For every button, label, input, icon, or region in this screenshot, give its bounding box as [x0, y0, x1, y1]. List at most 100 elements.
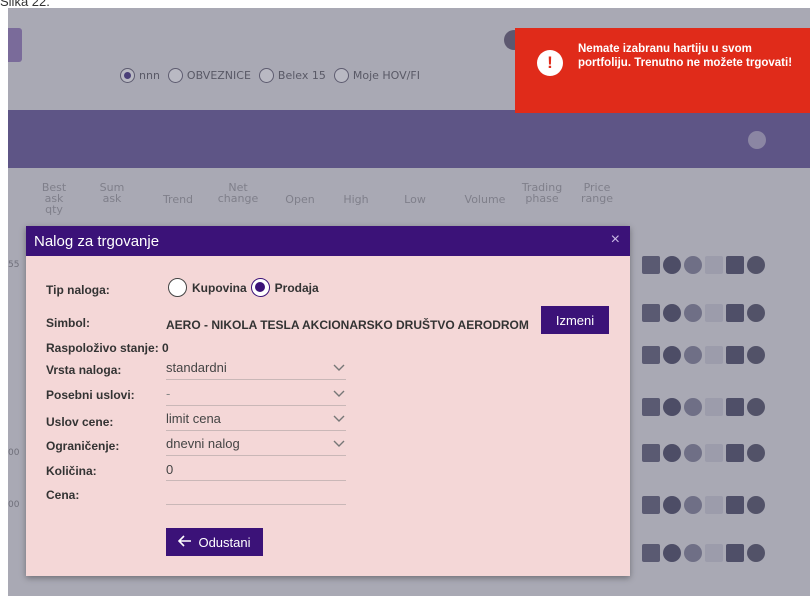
money-icon[interactable]: [726, 496, 744, 514]
list-icon[interactable]: [705, 304, 723, 322]
special-conditions-select[interactable]: -: [166, 382, 346, 406]
radio-label-moje-hov: Moje HOV/FI: [352, 69, 420, 82]
price-label: Cena:: [46, 488, 80, 502]
cancel-icon[interactable]: [684, 444, 702, 462]
radio-moje-hov[interactable]: [333, 68, 349, 83]
row-value: 55: [8, 260, 20, 270]
change-symbol-button[interactable]: Izmeni: [541, 306, 609, 334]
radio-label-obveznice: OBVEZNICE: [186, 69, 251, 82]
top-left-button[interactable]: [8, 28, 22, 62]
chart-icon[interactable]: [747, 544, 765, 562]
list-icon[interactable]: [705, 398, 723, 416]
cancel-icon[interactable]: [684, 398, 702, 416]
gear-icon[interactable]: [663, 256, 681, 274]
calendar-icon[interactable]: [642, 304, 660, 322]
col-low: Low: [404, 193, 426, 206]
special-conditions-label: Posebni uslovi:: [46, 388, 135, 402]
calendar-icon[interactable]: [642, 346, 660, 364]
order-kind-label: Vrsta naloga:: [46, 363, 122, 377]
close-icon[interactable]: ×: [611, 231, 620, 249]
chart-icon[interactable]: [747, 346, 765, 364]
calendar-icon[interactable]: [642, 398, 660, 416]
chevron-down-icon: [332, 387, 346, 401]
table-toolbar-band: [8, 110, 810, 168]
symbol-label: Simbol:: [46, 316, 90, 330]
row-actions: [642, 444, 765, 462]
order-modal: Nalog za trgovanje × Tip naloga: Kupovin…: [26, 226, 630, 576]
order-type-radios: Kupovina Prodaja: [168, 278, 323, 297]
available-balance: Raspoloživo stanje: 0: [46, 341, 169, 355]
col-open: Open: [285, 193, 315, 206]
price-input[interactable]: [166, 483, 346, 505]
chart-icon[interactable]: [747, 304, 765, 322]
cancel-icon[interactable]: [684, 256, 702, 274]
calendar-icon[interactable]: [642, 444, 660, 462]
money-icon[interactable]: [726, 544, 744, 562]
exclamation-icon: !: [537, 50, 563, 76]
calendar-icon[interactable]: [642, 256, 660, 274]
radio-label-kupovina: Kupovina: [192, 280, 247, 295]
radio-kupovina[interactable]: [168, 278, 187, 297]
arrow-left-icon: [178, 534, 192, 550]
gear-icon[interactable]: [663, 544, 681, 562]
list-icon[interactable]: [705, 256, 723, 274]
chart-icon[interactable]: [747, 444, 765, 462]
col-trading-phase: Trading phase: [521, 181, 563, 205]
radio-obveznice[interactable]: [167, 68, 183, 83]
order-type-label: Tip naloga:: [46, 283, 110, 297]
limit-select[interactable]: dnevni nalog: [166, 432, 346, 456]
cancel-icon[interactable]: [684, 304, 702, 322]
row-actions: [642, 496, 765, 514]
gear-icon[interactable]: [663, 444, 681, 462]
radio-label-prodaja: Prodaja: [274, 280, 319, 295]
col-net-change: Net change: [217, 181, 259, 205]
row-actions: [642, 304, 765, 322]
calendar-icon[interactable]: [642, 496, 660, 514]
list-icon[interactable]: [705, 496, 723, 514]
cancel-icon[interactable]: [684, 346, 702, 364]
order-kind-value: standardni: [166, 360, 227, 375]
gear-icon[interactable]: [663, 304, 681, 322]
row-value: 00: [8, 500, 20, 510]
money-icon[interactable]: [726, 398, 744, 416]
gear-icon[interactable]: [663, 496, 681, 514]
cancel-icon[interactable]: [684, 544, 702, 562]
cancel-icon[interactable]: [684, 496, 702, 514]
money-icon[interactable]: [726, 444, 744, 462]
money-icon[interactable]: [726, 346, 744, 364]
quantity-input[interactable]: 0: [166, 459, 346, 481]
price-condition-select[interactable]: limit cena: [166, 407, 346, 431]
row-actions: [642, 544, 765, 562]
chart-icon[interactable]: [747, 398, 765, 416]
money-icon[interactable]: [726, 304, 744, 322]
order-kind-select[interactable]: standardni: [166, 356, 346, 380]
quantity-label: Količina:: [46, 464, 97, 478]
table-column-headers: Best ask qty Sum ask Trend Net change Op…: [8, 176, 648, 222]
radio-label-nnn: nnn: [139, 69, 160, 82]
radio-belex15[interactable]: [258, 68, 274, 83]
money-icon[interactable]: [726, 256, 744, 274]
modal-title: Nalog za trgovanje: [34, 232, 160, 250]
gear-icon[interactable]: [663, 346, 681, 364]
row-actions: [642, 346, 765, 364]
gear-icon[interactable]: [663, 398, 681, 416]
price-condition-value: limit cena: [166, 411, 221, 426]
limit-label: Ograničenje:: [46, 439, 120, 453]
row-value: 00: [8, 448, 20, 458]
chart-icon[interactable]: [747, 496, 765, 514]
radio-prodaja[interactable]: [250, 278, 270, 297]
col-best-ask-qty: Best ask qty: [41, 181, 67, 216]
settings-icon[interactable]: [748, 131, 766, 149]
error-toast: ! Nemate izabranu hartiju u svom portfol…: [515, 28, 810, 113]
special-conditions-value: -: [166, 386, 171, 401]
cancel-button-label: Odustani: [198, 534, 251, 550]
list-icon[interactable]: [705, 544, 723, 562]
list-icon[interactable]: [705, 444, 723, 462]
col-price-range: Price range: [581, 181, 613, 205]
row-actions: [642, 398, 765, 416]
chart-icon[interactable]: [747, 256, 765, 274]
cancel-button[interactable]: Odustani: [166, 528, 263, 556]
list-icon[interactable]: [705, 346, 723, 364]
calendar-icon[interactable]: [642, 544, 660, 562]
radio-nnn[interactable]: [120, 68, 135, 83]
